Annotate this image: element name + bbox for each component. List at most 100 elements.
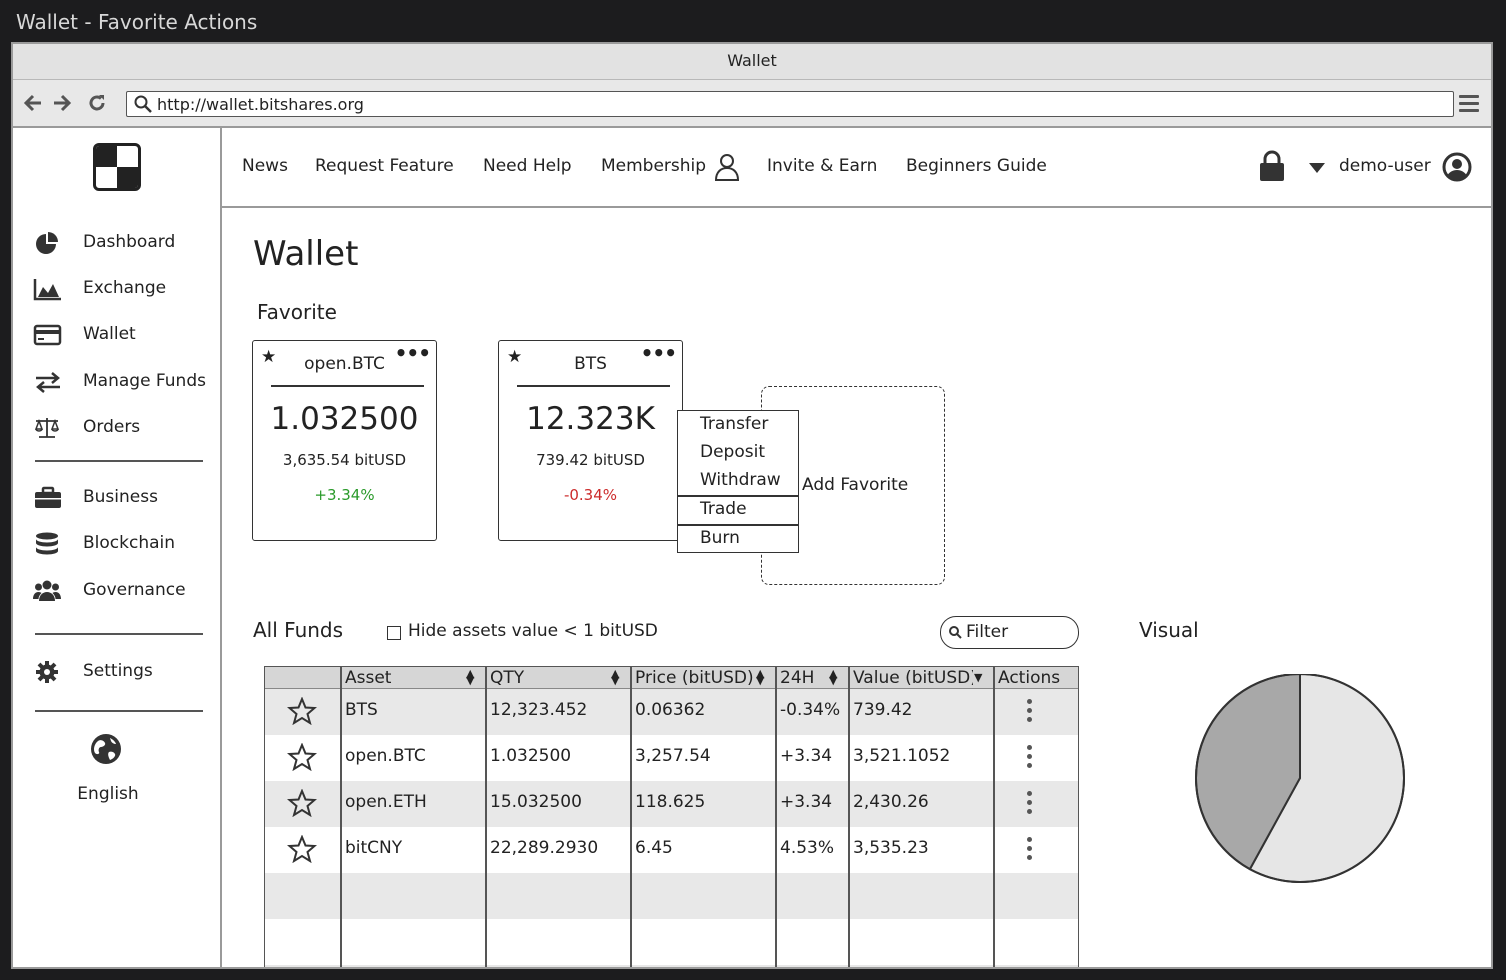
- browser-toolbar: http://wallet.bitshares.org: [13, 80, 1491, 128]
- menu-icon[interactable]: [1459, 95, 1479, 113]
- hide-small-assets-label: Hide assets value < 1 bitUSD: [408, 621, 658, 641]
- sidebar-item-governance[interactable]: Governance: [33, 576, 218, 606]
- sort-icon[interactable]: ▲ ▼: [829, 668, 837, 686]
- forward-arrow-icon[interactable]: [51, 92, 73, 114]
- table-row[interactable]: BTS 12,323.452 0.06362 -0.34% 739.42: [265, 689, 1078, 735]
- table-row-empty: [265, 873, 1078, 919]
- favorite-amount: 1.032500: [270, 401, 419, 437]
- area-chart-icon: [33, 279, 61, 301]
- favorite-card-bts[interactable]: ★ ••• BTS 12.323K 739.42 bitUSD -0.34%: [498, 340, 683, 541]
- cell-24h: 4.53%: [780, 838, 835, 858]
- favorite-section-title: Favorite: [257, 300, 337, 324]
- star-outline-icon[interactable]: [287, 835, 317, 863]
- row-actions-icon[interactable]: [1027, 699, 1033, 725]
- sidebar-item-business[interactable]: Business: [33, 483, 218, 513]
- top-navigation: News Request Feature Need Help Membershi…: [222, 128, 1491, 208]
- favorite-change: +3.34%: [314, 486, 375, 504]
- table-header: Asset ▲ ▼ QTY ▲ ▼ Price (bitUSD) ▲ ▼ 24H ▲ ▼…: [265, 667, 1078, 689]
- nav-link-request-feature[interactable]: Request Feature: [315, 156, 454, 176]
- sort-desc-icon[interactable]: ▼: [974, 671, 982, 684]
- sidebar-item-label: Orders: [83, 417, 141, 437]
- add-favorite-label: Add Favorite: [802, 475, 909, 495]
- url-text: http://wallet.bitshares.org: [157, 95, 364, 114]
- cell-asset: BTS: [345, 700, 378, 720]
- cell-value: 2,430.26: [853, 792, 929, 812]
- sidebar-item-wallet[interactable]: Wallet: [33, 320, 218, 350]
- star-outline-icon[interactable]: [287, 743, 317, 771]
- hide-small-assets-checkbox[interactable]: [387, 626, 401, 640]
- reload-icon[interactable]: [86, 92, 108, 114]
- star-outline-icon[interactable]: [287, 789, 317, 817]
- sidebar-item-dashboard[interactable]: Dashboard: [33, 228, 218, 258]
- cell-price: 6.45: [635, 838, 673, 858]
- cell-value: 3,521.1052: [853, 746, 951, 766]
- sidebar-item-blockchain[interactable]: Blockchain: [33, 529, 218, 559]
- menu-item-burn[interactable]: Burn: [700, 528, 740, 548]
- nav-link-beginners-guide[interactable]: Beginners Guide: [906, 156, 1047, 176]
- column-header-24h[interactable]: 24H: [780, 668, 825, 688]
- favorite-change: -0.34%: [563, 486, 618, 504]
- user-avatar-icon[interactable]: [1442, 152, 1472, 182]
- favorite-usd-value: 739.42 bitUSD: [536, 451, 645, 469]
- chevron-down-icon[interactable]: [1309, 163, 1325, 173]
- filter-input[interactable]: Filter: [940, 616, 1079, 649]
- table-row[interactable]: bitCNY 22,289.2930 6.45 4.53% 3,535.23: [265, 827, 1078, 873]
- browser-window: Wallet http://wallet.bitshares.org Dashb…: [11, 42, 1493, 969]
- column-header-price[interactable]: Price (bitUSD): [635, 668, 755, 688]
- cell-price: 3,257.54: [635, 746, 711, 766]
- window-title: Wallet - Favorite Actions: [16, 10, 258, 34]
- table-row-empty: [265, 965, 1078, 967]
- row-actions-icon[interactable]: [1027, 837, 1033, 863]
- language-selector[interactable]: English: [13, 784, 203, 804]
- globe-icon[interactable]: [89, 732, 123, 766]
- nav-link-invite-earn[interactable]: Invite & Earn: [767, 156, 877, 176]
- menu-item-withdraw[interactable]: Withdraw: [700, 470, 781, 490]
- funds-table: Asset ▲ ▼ QTY ▲ ▼ Price (bitUSD) ▲ ▼ 24H ▲ ▼…: [264, 666, 1079, 967]
- visual-section-title: Visual: [1139, 618, 1199, 642]
- scales-icon: [34, 418, 60, 438]
- menu-item-trade[interactable]: Trade: [700, 499, 747, 519]
- back-arrow-icon[interactable]: [22, 92, 44, 114]
- sort-icon[interactable]: ▲ ▼: [756, 668, 764, 686]
- column-header-value[interactable]: Value (bitUSD): [853, 668, 973, 688]
- sidebar-item-label: Blockchain: [83, 533, 176, 553]
- transfer-arrows-icon: [36, 372, 60, 393]
- menu-item-deposit[interactable]: Deposit: [700, 442, 765, 462]
- cell-qty: 12,323.452: [490, 700, 588, 720]
- cell-price: 0.06362: [635, 700, 706, 720]
- column-header-qty[interactable]: QTY: [490, 668, 600, 688]
- url-bar[interactable]: http://wallet.bitshares.org: [126, 91, 1454, 117]
- star-outline-icon[interactable]: [287, 697, 317, 725]
- cell-price: 118.625: [635, 792, 706, 812]
- sort-icon[interactable]: ▲ ▼: [611, 668, 619, 686]
- sidebar-item-orders[interactable]: Orders: [33, 413, 218, 443]
- database-icon: [36, 532, 58, 555]
- user-name[interactable]: demo-user: [1339, 156, 1431, 176]
- sidebar-divider: [35, 710, 203, 712]
- sidebar-item-settings[interactable]: Settings: [33, 657, 218, 687]
- table-row[interactable]: open.BTC 1.032500 3,257.54 +3.34 3,521.1…: [265, 735, 1078, 781]
- sidebar-item-exchange[interactable]: Exchange: [33, 274, 218, 304]
- sort-icon[interactable]: ▲ ▼: [466, 668, 474, 686]
- nav-link-membership[interactable]: Membership: [601, 156, 706, 176]
- favorite-card-open-btc[interactable]: ★ ••• open.BTC 1.032500 3,635.54 bitUSD …: [252, 340, 437, 541]
- column-header-asset[interactable]: Asset: [345, 668, 455, 688]
- search-icon: [134, 95, 152, 113]
- cell-asset: open.ETH: [345, 792, 427, 812]
- cell-asset: bitCNY: [345, 838, 403, 858]
- sidebar-item-label: Dashboard: [83, 232, 176, 252]
- gear-icon: [36, 661, 58, 683]
- menu-item-transfer[interactable]: Transfer: [700, 414, 768, 434]
- row-actions-icon[interactable]: [1027, 791, 1033, 817]
- sidebar: Dashboard Exchange Wallet Manage Funds O…: [13, 128, 222, 967]
- nav-link-need-help[interactable]: Need Help: [483, 156, 572, 176]
- app-logo[interactable]: [93, 143, 141, 191]
- table-row[interactable]: open.ETH 15.032500 118.625 +3.34 2,430.2…: [265, 781, 1078, 827]
- briefcase-icon: [35, 486, 61, 508]
- lock-icon[interactable]: [1259, 150, 1285, 182]
- nav-link-news[interactable]: News: [242, 156, 288, 176]
- page-title: Wallet: [253, 234, 359, 274]
- row-actions-icon[interactable]: [1027, 745, 1033, 771]
- credit-card-icon: [33, 324, 62, 346]
- sidebar-item-manage-funds[interactable]: Manage Funds: [33, 367, 218, 397]
